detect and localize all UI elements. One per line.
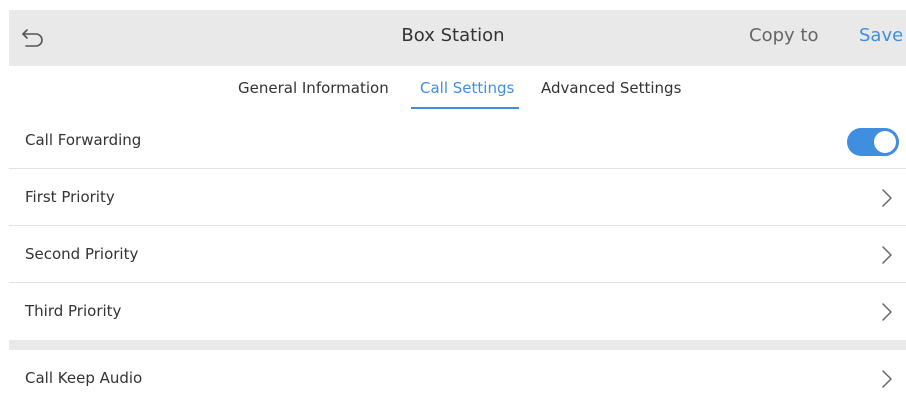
- call-forwarding-row: Call Forwarding: [9, 112, 906, 169]
- section-divider: [9, 340, 906, 350]
- tab-call-settings[interactable]: Call Settings: [420, 66, 514, 110]
- chevron-right-icon: [882, 303, 892, 321]
- tab-advanced-settings[interactable]: Advanced Settings: [541, 66, 681, 110]
- third-priority-label: Third Priority: [25, 302, 122, 320]
- call-keep-audio-row[interactable]: Call Keep Audio: [9, 350, 906, 407]
- second-priority-label: Second Priority: [25, 245, 139, 263]
- save-button[interactable]: Save: [859, 10, 903, 66]
- copy-to-button[interactable]: Copy to: [749, 10, 818, 66]
- back-button[interactable]: [17, 22, 49, 54]
- call-forwarding-label: Call Forwarding: [25, 131, 142, 149]
- first-priority-label: First Priority: [25, 188, 115, 206]
- second-priority-row[interactable]: Second Priority: [9, 226, 906, 283]
- tab-bar: General Information Call Settings Advanc…: [9, 66, 906, 112]
- third-priority-row[interactable]: Third Priority: [9, 283, 906, 340]
- chevron-right-icon: [882, 370, 892, 388]
- back-arrow-icon: [22, 29, 43, 47]
- call-keep-audio-label: Call Keep Audio: [25, 369, 143, 387]
- call-forwarding-toggle[interactable]: [847, 128, 899, 156]
- top-bar: Box Station Copy to Save: [9, 10, 906, 66]
- toggle-knob: [874, 131, 896, 153]
- tab-general-information[interactable]: General Information: [238, 66, 389, 110]
- settings-page: Box Station Copy to Save General Informa…: [9, 10, 906, 400]
- chevron-right-icon: [882, 246, 892, 264]
- active-tab-indicator: [411, 107, 519, 109]
- chevron-right-icon: [882, 189, 892, 207]
- first-priority-row[interactable]: First Priority: [9, 169, 906, 226]
